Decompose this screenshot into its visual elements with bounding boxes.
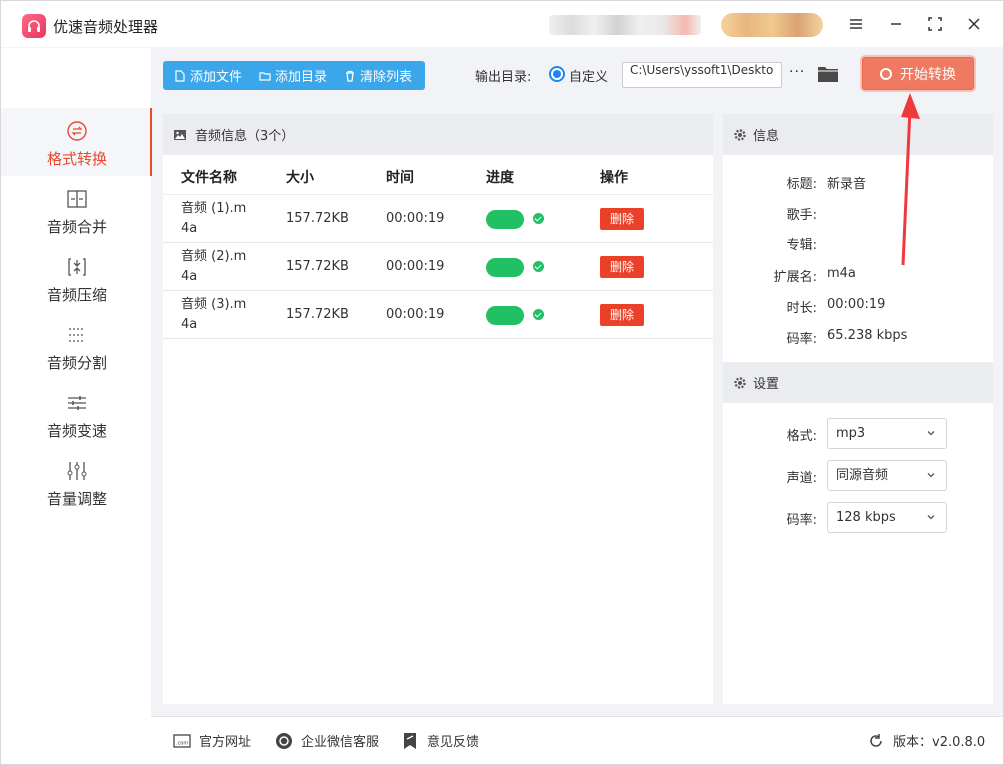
check-circle-icon — [533, 261, 544, 272]
feedback-icon — [404, 732, 416, 749]
file-icon — [175, 69, 185, 82]
chevron-down-icon — [927, 431, 935, 436]
file-duration: 00:00:19 — [386, 307, 445, 322]
file-size: 157.72KB — [286, 307, 349, 322]
check-circle-icon — [533, 309, 544, 320]
feedback-link[interactable]: 意见反馈 — [401, 731, 479, 750]
info-value-extension: m4a — [827, 266, 856, 281]
trash-icon — [346, 70, 355, 82]
start-convert-button[interactable]: 开始转换 — [862, 57, 974, 90]
maximize-icon[interactable] — [923, 12, 947, 36]
add-directory-button[interactable]: 添加目录 — [259, 61, 327, 90]
close-icon[interactable] — [962, 12, 986, 36]
chevron-down-icon — [927, 515, 935, 520]
progress-bar — [486, 306, 524, 325]
speed-icon — [68, 396, 86, 410]
sidebar-item-audio-compress[interactable]: 音频压缩 — [1, 244, 151, 312]
website-icon: .com — [173, 733, 191, 748]
official-website-link[interactable]: .com 官方网址 — [173, 731, 251, 750]
delete-button[interactable]: 删除 — [600, 208, 644, 230]
volume-adjust-icon — [67, 462, 87, 480]
sidebar-item-label: 音量调整 — [46, 490, 107, 508]
column-header-action: 操作 — [600, 170, 628, 186]
sidebar-item-label: 音频变速 — [46, 422, 107, 440]
settings-header: 设置 — [723, 362, 993, 403]
custom-radio-label[interactable]: 自定义 — [569, 66, 608, 85]
bitrate-select[interactable]: 128 kbps — [827, 502, 947, 533]
app-title: 优速音频处理器 — [53, 18, 159, 36]
toolbar-button-group: 添加文件 添加目录 清除列表 — [163, 61, 425, 90]
svg-text:.com: .com — [176, 740, 188, 746]
folder-outline-icon — [259, 71, 271, 81]
open-folder-icon[interactable] — [817, 64, 839, 84]
minimize-icon[interactable] — [884, 12, 908, 36]
progress-bar — [486, 210, 524, 229]
delete-button[interactable]: 删除 — [600, 256, 644, 278]
file-size: 157.72KB — [286, 211, 349, 226]
file-name: 音频 (3).m4a — [181, 297, 247, 332]
gear-icon — [734, 376, 746, 389]
column-header-size: 大小 — [286, 170, 314, 186]
blurred-user-info — [549, 15, 701, 35]
wechat-icon — [276, 732, 292, 749]
info-value-title: 新录音 — [827, 177, 867, 192]
table-row[interactable]: 音频 (2).m4a 157.72KB 00:00:19 删除 — [163, 243, 713, 291]
spinner-icon — [880, 67, 892, 80]
merge-icon — [67, 190, 87, 208]
image-icon — [174, 129, 186, 140]
sidebar-item-audio-merge[interactable]: 音频合并 — [1, 176, 151, 244]
table-row[interactable]: 音频 (3).m4a 157.72KB 00:00:19 删除 — [163, 291, 713, 339]
file-name: 音频 (2).m4a — [181, 249, 247, 284]
check-circle-icon — [533, 213, 544, 224]
split-icon — [69, 328, 85, 342]
output-path-field[interactable]: C:\Users\yssoft1\Deskto — [622, 62, 782, 88]
sidebar-item-volume-adjust[interactable]: 音量调整 — [1, 448, 151, 516]
sidebar-item-label: 音频分割 — [46, 354, 107, 372]
title-bar: 优速音频处理器 — [1, 1, 1003, 47]
column-header-progress: 进度 — [486, 170, 514, 186]
add-file-button[interactable]: 添加文件 — [174, 61, 242, 90]
convert-icon — [67, 121, 87, 141]
sidebar-item-audio-split[interactable]: 音频分割 — [1, 312, 151, 380]
sidebar: 格式转换 音频合并 音频压缩 音频分割 音频变速 音量调整 — [1, 48, 152, 764]
file-name: 音频 (1).m4a — [181, 201, 247, 236]
info-value-duration: 00:00:19 — [827, 297, 886, 312]
table-header: 文件名称 大小 时间 进度 操作 — [163, 155, 713, 195]
info-header: 信息 — [723, 114, 993, 155]
audio-info-header: 音频信息（3个） — [163, 114, 713, 155]
custom-radio-button[interactable] — [549, 66, 565, 82]
chevron-down-icon — [927, 473, 935, 478]
progress-bar — [486, 258, 524, 277]
app-window: 优速音频处理器 格式转换 音频合并 音频压缩 音频分割 音频变速 音量调整 添加… — [0, 0, 1004, 765]
footer-bar: .com 官方网址 企业微信客服 意见反馈 版本：v2.0.8.0 — [151, 716, 1003, 764]
file-duration: 00:00:19 — [386, 259, 445, 274]
info-settings-panel: 信息 标题: 新录音 歌手: 专辑: 扩展名: m4a 时长: 00:00:19… — [723, 114, 993, 704]
browse-more-button[interactable]: ··· — [789, 65, 807, 83]
sidebar-item-audio-speed[interactable]: 音频变速 — [1, 380, 151, 448]
sidebar-item-label: 音频合并 — [46, 218, 107, 236]
sidebar-item-label: 格式转换 — [46, 150, 107, 168]
version-info[interactable]: 版本：v2.0.8.0 — [867, 731, 985, 750]
gear-icon — [734, 128, 746, 141]
menu-icon[interactable] — [844, 12, 868, 36]
wechat-support-link[interactable]: 企业微信客服 — [275, 731, 379, 750]
sidebar-item-format-convert[interactable]: 格式转换 — [1, 108, 152, 176]
info-value-bitrate: 65.238 kbps — [827, 328, 908, 343]
delete-button[interactable]: 删除 — [600, 304, 644, 326]
table-row[interactable]: 音频 (1).m4a 157.72KB 00:00:19 删除 — [163, 195, 713, 243]
format-select[interactable]: mp3 — [827, 418, 947, 449]
refresh-icon — [870, 733, 882, 747]
audio-file-panel: 音频信息（3个） 文件名称 大小 时间 进度 操作 音频 (1).m4a 157… — [163, 114, 713, 704]
compress-icon — [68, 258, 86, 276]
file-size: 157.72KB — [286, 259, 349, 274]
blurred-vip-badge[interactable] — [721, 13, 823, 37]
output-directory-label: 输出目录: — [475, 70, 532, 85]
column-header-time: 时间 — [386, 170, 414, 186]
sidebar-item-label: 音频压缩 — [46, 286, 107, 304]
column-header-name: 文件名称 — [181, 170, 237, 186]
clear-list-button[interactable]: 清除列表 — [344, 61, 412, 90]
app-logo-icon — [22, 14, 46, 38]
channel-select[interactable]: 同源音频 — [827, 460, 947, 491]
file-duration: 00:00:19 — [386, 211, 445, 226]
